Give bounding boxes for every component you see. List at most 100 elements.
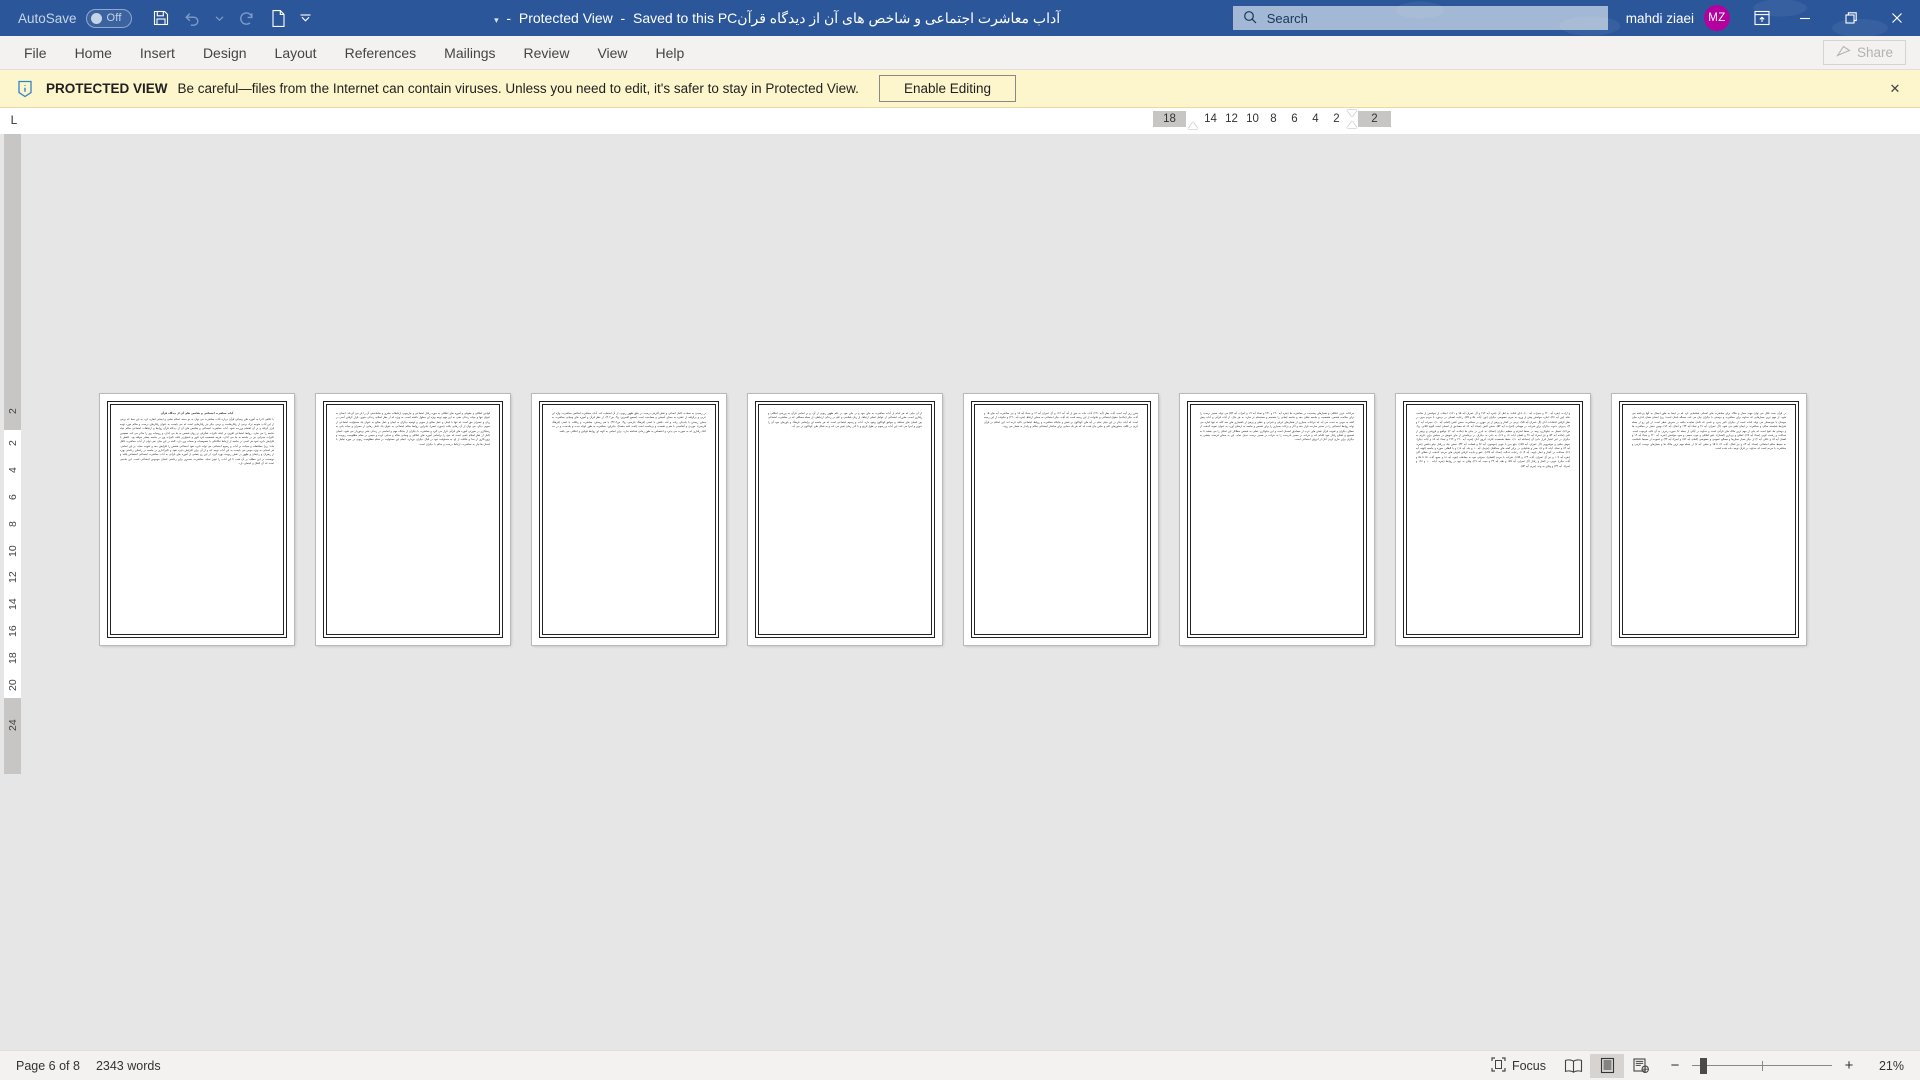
ribbon-display-options-icon[interactable]	[1742, 0, 1782, 36]
h-ruler-tick: 14	[1204, 112, 1217, 125]
document-page[interactable]: در قرآن بحث قابل می توان جهت معیار و ملا…	[1612, 394, 1806, 645]
page-body: مراعات عرف اخلاقی و هنجارهای پسندیده در …	[1200, 412, 1354, 442]
tab-insert[interactable]: Insert	[126, 40, 189, 66]
page-body: مقرر زیر آیت است آیات نظر (آیه ۲۲۱) آداب…	[984, 412, 1139, 429]
undo-icon[interactable]	[178, 4, 208, 32]
page-body: در رسیدن به سعادت کامل انسانی و نقش آفری…	[552, 412, 706, 433]
focus-button[interactable]: Focus	[1481, 1053, 1556, 1079]
autosave-control[interactable]: AutoSave Off	[18, 8, 132, 28]
page-border-inner: در قرآن بحث قابل می توان جهت معیار و ملا…	[1622, 404, 1796, 635]
tab-references[interactable]: References	[331, 40, 431, 66]
h-ruler-margin-right: 2	[1358, 110, 1391, 127]
zoom-in-button[interactable]: +	[1842, 1057, 1856, 1074]
word-count[interactable]: 2343 words	[96, 1059, 161, 1073]
autosave-toggle[interactable]: Off	[85, 8, 132, 28]
document-page[interactable]: مراعات عرف اخلاقی و هنجارهای پسندیده در …	[1180, 394, 1374, 645]
ribbon-tabs: File Home Insert Design Layout Reference…	[10, 40, 698, 66]
protected-view-title-tag: Protected View	[518, 9, 613, 26]
page-border-inner: و ارادت (بقره آیه ۲۲۰ و حجرات آیه ۱۰)، ا…	[1406, 404, 1580, 635]
tab-help[interactable]: Help	[642, 40, 699, 66]
document-page[interactable]: و ارادت (بقره آیه ۲۲۰ و حجرات آیه ۱۰)، ا…	[1396, 394, 1590, 645]
page-border-inner: در رسیدن به سعادت کامل انسانی و نقش آفری…	[542, 404, 716, 635]
h-ruler-tick: 2	[1371, 112, 1378, 125]
undo-dropdown-icon[interactable]	[210, 4, 230, 32]
save-icon[interactable]	[146, 4, 176, 32]
quick-access-toolbar	[146, 4, 316, 32]
close-banner-icon[interactable]: ✕	[1884, 78, 1906, 100]
web-layout-icon[interactable]	[1624, 1054, 1658, 1078]
tab-stop-selector[interactable]: L	[2, 108, 26, 132]
hanging-indent-marker[interactable]	[1347, 109, 1358, 128]
document-page[interactable]: مقرر زیر آیت است آیات نظر (آیه ۲۲۱) آداب…	[964, 394, 1158, 645]
page-indicator[interactable]: Page 6 of 8	[16, 1059, 80, 1073]
autosave-state-label: Off	[106, 12, 122, 24]
account-control[interactable]: mahdi ziaei MZ	[1626, 5, 1730, 31]
minimize-button[interactable]	[1782, 0, 1828, 36]
page-body: در قرآن بحث قابل می توان جهت معیار و ملا…	[1632, 412, 1787, 450]
tab-file[interactable]: File	[10, 40, 61, 66]
tab-layout[interactable]: Layout	[261, 40, 331, 66]
avatar[interactable]: MZ	[1704, 5, 1730, 31]
document-page[interactable]: از آن جایی که هر کدام از آداب معاشرت به …	[748, 394, 942, 645]
horizontal-ruler[interactable]: 18 14 12 10 8 6 4 2 2	[1153, 108, 1391, 129]
h-ruler-tick: 12	[1225, 112, 1238, 125]
share-label: Share	[1856, 45, 1893, 60]
page-border-outer: و ارادت (بقره آیه ۲۲۰ و حجرات آیه ۱۰)، ا…	[1403, 401, 1583, 638]
ribbon-tab-bar: File Home Insert Design Layout Reference…	[0, 36, 1920, 70]
read-mode-icon[interactable]	[1556, 1054, 1590, 1078]
document-title-area: آداب معاشرت اجتماعی و شاخص های آن از دید…	[494, 9, 1061, 26]
saved-location-label: Saved to this PC	[633, 9, 738, 26]
autosave-label: AutoSave	[18, 10, 77, 26]
page-border-outer: مقرر زیر آیت است آیات نظر (آیه ۲۲۱) آداب…	[971, 401, 1151, 638]
search-icon	[1243, 10, 1257, 27]
document-page[interactable]: آداب معاشرت اجتماعی و شاخص های آن از دید…	[100, 394, 294, 645]
new-document-icon[interactable]	[264, 4, 294, 32]
page-border-outer: قوانین اخلاقی و حقوقی و آموزه های اخلاقی…	[323, 401, 503, 638]
zoom-level-label[interactable]: 21%	[1872, 1059, 1904, 1073]
page-body: با نگاهی گذرا به آموزه های وحیانی قرآن د…	[120, 418, 274, 466]
zoom-out-button[interactable]: −	[1668, 1057, 1682, 1074]
page-text: در رسیدن به سعادت کامل انسانی و نقش آفری…	[552, 412, 706, 434]
close-button[interactable]	[1874, 0, 1920, 36]
page-body: قوانین اخلاقی و حقوقی و آموزه های اخلاقی…	[336, 412, 490, 446]
indent-triangle-bottom-icon	[1347, 120, 1357, 128]
info-icon	[14, 78, 36, 100]
restore-button[interactable]	[1828, 0, 1874, 36]
page-border-outer: آداب معاشرت اجتماعی و شاخص های آن از دید…	[107, 401, 287, 638]
page-border-outer: مراعات عرف اخلاقی و هنجارهای پسندیده در …	[1187, 401, 1367, 638]
zoom-control[interactable]: − + 21%	[1668, 1057, 1910, 1075]
first-line-indent-marker[interactable]	[1186, 108, 1200, 129]
share-icon	[1835, 44, 1851, 61]
tab-review[interactable]: Review	[510, 40, 584, 66]
tab-home[interactable]: Home	[61, 40, 126, 66]
document-page[interactable]: قوانین اخلاقی و حقوقی و آموزه های اخلاقی…	[316, 394, 510, 645]
page-thumbnail-strip[interactable]: آداب معاشرت اجتماعی و شاخص های آن از دید…	[0, 134, 1920, 1050]
protected-view-banner: PROTECTED VIEW Be careful—files from the…	[0, 70, 1920, 108]
customize-quick-access-icon[interactable]	[296, 4, 316, 32]
search-input[interactable]: Search	[1232, 6, 1608, 30]
document-page[interactable]: در رسیدن به سعادت کامل انسانی و نقش آفری…	[532, 394, 726, 645]
print-layout-icon[interactable]	[1590, 1053, 1624, 1078]
zoom-slider[interactable]	[1692, 1057, 1832, 1075]
indent-triangle-top-icon	[1347, 109, 1357, 117]
page-body: از آن جایی که هر کدام از آداب معاشرت به …	[768, 412, 922, 429]
h-ruler-tick: 4	[1312, 112, 1319, 125]
window-controls	[1782, 0, 1920, 36]
page-border-inner: قوانین اخلاقی و حقوقی و آموزه های اخلاقی…	[326, 404, 500, 635]
enable-editing-button[interactable]: Enable Editing	[878, 75, 1017, 102]
status-bar-right: Focus − + 21%	[1481, 1053, 1910, 1079]
page-border-inner: از آن جایی که هر کدام از آداب معاشرت به …	[758, 404, 932, 635]
page-text: قوانین اخلاقی و حقوقی و آموزه های اخلاقی…	[336, 412, 490, 447]
tab-mailings[interactable]: Mailings	[430, 40, 509, 66]
redo-icon[interactable]	[232, 4, 262, 32]
title-bar: AutoSave Off آداب معاشرت اجتماعی و شاخص …	[0, 0, 1920, 36]
tab-view[interactable]: View	[583, 40, 641, 66]
page-text: مقرر زیر آیت است آیات نظر (آیه ۲۲۱) آداب…	[984, 412, 1138, 430]
page-text: و ارادت (بقره آیه ۲۲۰ و حجرات آیه ۱۰)، ا…	[1416, 412, 1570, 469]
tab-design[interactable]: Design	[189, 40, 261, 66]
page-text: آداب معاشرت اجتماعی و شاخص های آن از دید…	[120, 412, 274, 467]
zoom-slider-thumb[interactable]	[1700, 1057, 1707, 1074]
page-border-outer: در رسیدن به سعادت کامل انسانی و نقش آفری…	[539, 401, 719, 638]
document-workspace[interactable]: 2 2 4 6 8 10 12 14 16 18 20 24 آداب معاش…	[0, 134, 1920, 1050]
indent-triangle-icon	[1188, 122, 1198, 129]
